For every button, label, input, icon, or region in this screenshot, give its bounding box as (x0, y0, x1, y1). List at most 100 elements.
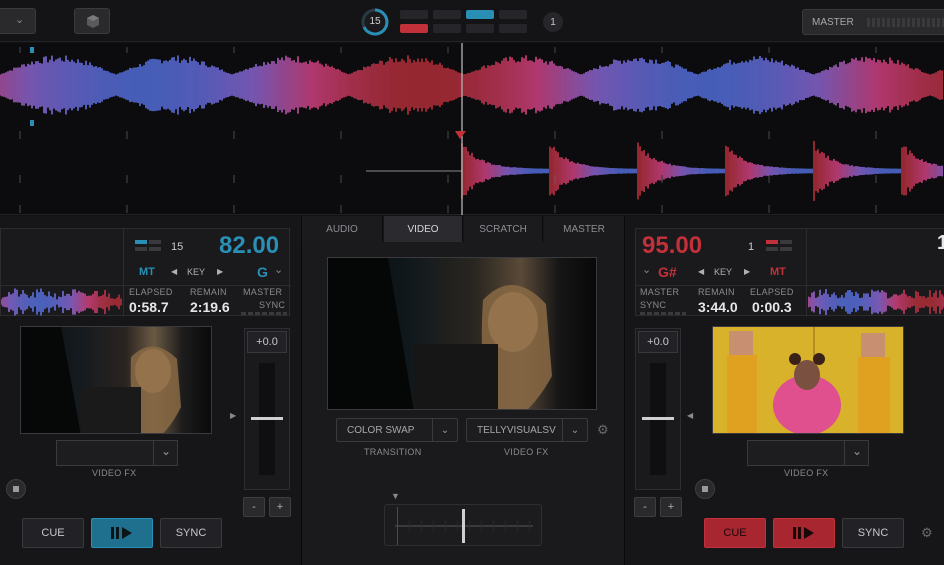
chevron-down-icon: ⌄ (161, 444, 172, 458)
right-remain-value: 3:44.0 (698, 299, 738, 315)
minus-label: - (643, 501, 647, 513)
right-mt-label[interactable]: MT (770, 266, 786, 278)
right-deck-info-divider (806, 229, 807, 317)
pad-active-red[interactable] (400, 24, 428, 33)
right-edge-digit: 1 (937, 232, 944, 254)
right-sync-meter (640, 312, 686, 315)
right-sync-label[interactable]: SYNC (640, 300, 666, 310)
deck-color-indicator (766, 240, 792, 252)
key-right-arrow-icon[interactable]: ▶ (217, 267, 223, 276)
gear-icon[interactable]: ⚙ (597, 422, 609, 438)
left-deck-info-divider (123, 229, 124, 285)
transition-dropdown[interactable]: COLOR SWAP ⌄ (336, 418, 458, 442)
right-pitch-plus-button[interactable]: + (660, 497, 682, 517)
left-sync-button[interactable]: SYNC (160, 518, 222, 548)
left-master-label[interactable]: MASTER (243, 287, 282, 297)
center-video-fx-dropdown[interactable]: TELLYVISUALSV ⌄ (466, 418, 588, 442)
tab-scratch[interactable]: SCRATCH (464, 216, 543, 242)
chevron-down-icon: ⌄ (432, 419, 457, 441)
key-left-arrow-icon[interactable]: ◀ (698, 267, 704, 276)
deck-marker (30, 120, 34, 126)
center-tabs: AUDIO VIDEO SCRATCH MASTER (302, 216, 625, 242)
pad[interactable] (499, 24, 527, 33)
center-video-fx-label: VIDEO FX (504, 447, 549, 457)
left-bpm[interactable]: 82.00 (219, 232, 279, 260)
left-elapsed-value: 0:58.7 (129, 299, 169, 315)
left-deck-info-panel: 15 82.00 MT ◀ KEY ▶ G ⌄ ELAPSED 0:58.7 R… (0, 228, 291, 317)
pad[interactable] (433, 24, 461, 33)
right-video-fx-dropdown[interactable]: ⌄ (747, 440, 869, 466)
right-pitch-handle[interactable] (642, 417, 674, 420)
left-info-divider-2 (123, 285, 124, 317)
waveform-area[interactable] (0, 43, 944, 215)
left-pitch-plus-button[interactable]: + (269, 497, 291, 517)
right-pitch-slider[interactable]: +0.0 (635, 328, 681, 490)
right-stop-button[interactable] (695, 479, 715, 499)
waveform-display[interactable] (0, 43, 944, 215)
right-key-value[interactable]: G# (658, 264, 677, 280)
right-play-pause-button[interactable] (773, 518, 835, 548)
left-stop-button[interactable] (6, 479, 26, 499)
chevron-down-icon[interactable]: ⌄ (274, 263, 283, 276)
left-play-pause-button[interactable] (91, 518, 153, 548)
crossfader-handle[interactable] (462, 509, 465, 543)
right-cue-button[interactable]: CUE (704, 518, 766, 548)
key-left-arrow-icon[interactable]: ◀ (171, 267, 177, 276)
left-pitch-slider[interactable]: +0.0 (244, 328, 290, 490)
left-deck-info-hline (1, 285, 291, 286)
left-pitch-value: +0.0 (256, 336, 278, 348)
pad[interactable] (400, 10, 428, 19)
cue-marker-icon[interactable] (455, 131, 466, 139)
gear-icon[interactable]: ⚙ (921, 525, 933, 541)
video-fx-value: TELLYVISUALSV (477, 424, 556, 436)
pad-active-blue[interactable] (466, 10, 494, 19)
tab-label: VIDEO (407, 223, 439, 235)
left-video-preview (20, 326, 212, 434)
tab-audio[interactable]: AUDIO (302, 216, 383, 242)
pitch-arrow-icon[interactable]: ◀ (687, 411, 693, 420)
master-label: MASTER (812, 17, 854, 28)
stop-icon (702, 486, 708, 492)
right-mini-waveform[interactable] (808, 287, 944, 317)
crossfader[interactable] (384, 504, 542, 546)
right-sync-button[interactable]: SYNC (842, 518, 904, 548)
pitch-arrow-icon[interactable]: ▶ (230, 411, 236, 420)
left-video-fx-dropdown[interactable]: ⌄ (56, 440, 178, 466)
plus-label: + (276, 501, 284, 513)
key-right-arrow-icon[interactable]: ▶ (744, 267, 750, 276)
right-bpm[interactable]: 95.00 (642, 232, 702, 260)
master-video-preview (327, 257, 597, 410)
tab-video[interactable]: VIDEO (384, 216, 463, 242)
right-elapsed-value: 0:00.3 (752, 299, 792, 315)
pad[interactable] (433, 10, 461, 19)
stop-icon (13, 486, 19, 492)
master-button[interactable]: MASTER (802, 9, 944, 35)
right-remain-label: REMAIN (698, 287, 735, 297)
tab-master[interactable]: MASTER (544, 216, 625, 242)
right-pitch-minus-button[interactable]: - (634, 497, 656, 517)
menu-dropdown-button[interactable]: ⌄ (0, 8, 36, 34)
left-sync-label[interactable]: SYNC (259, 300, 285, 310)
pad[interactable] (499, 10, 527, 19)
tab-label: AUDIO (326, 223, 358, 235)
sync-label: SYNC (175, 527, 207, 539)
left-mt-label[interactable]: MT (139, 266, 155, 278)
chevron-down-icon[interactable]: ⌄ (642, 263, 651, 276)
left-pitch-handle[interactable] (251, 417, 283, 420)
play-pause-icon (793, 527, 814, 539)
cue-label: CUE (41, 527, 65, 539)
left-pitch-minus-button[interactable]: - (243, 497, 265, 517)
left-pitch-value-box: +0.0 (247, 331, 287, 353)
right-master-label[interactable]: MASTER (640, 287, 679, 297)
crossfader-left-edge (397, 507, 398, 545)
cube-button[interactable] (74, 8, 110, 34)
video-frame-graphic (21, 327, 181, 433)
left-key-value[interactable]: G (257, 264, 268, 280)
center-panel: AUDIO VIDEO SCRATCH MASTER COLOR SWAP ⌄ … (302, 216, 625, 565)
loop-counter: 15 (369, 16, 381, 27)
tab-label: SCRATCH (479, 223, 527, 235)
cue-label: CUE (723, 527, 747, 539)
left-mini-waveform[interactable] (1, 287, 123, 317)
left-cue-button[interactable]: CUE (22, 518, 84, 548)
pad[interactable] (466, 24, 494, 33)
